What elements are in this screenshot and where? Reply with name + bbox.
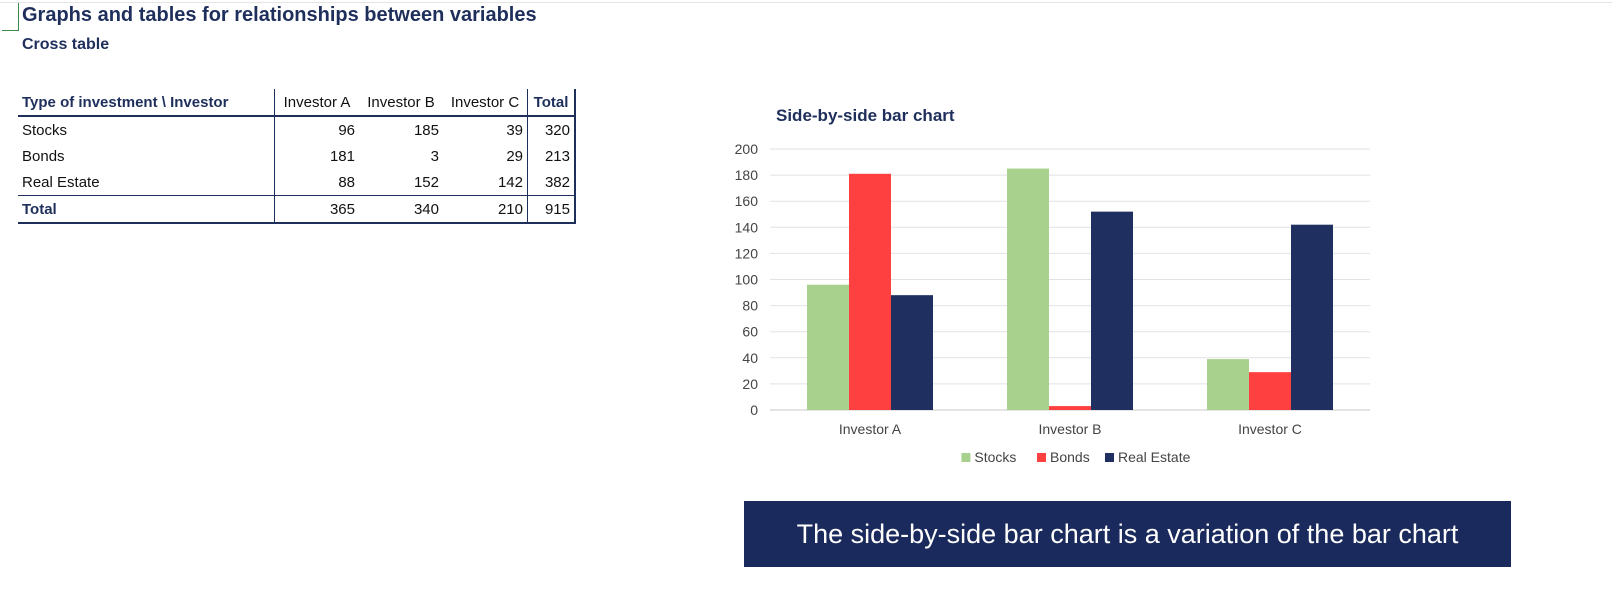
table-cell: 185: [413, 121, 439, 139]
x-tick-label: Investor A: [839, 421, 902, 437]
table-cell: 181: [329, 147, 355, 165]
table-row: Stocks 96 185 39 320: [18, 116, 576, 143]
column-total-cell: 210: [443, 195, 528, 224]
y-tick-label: 180: [735, 167, 759, 183]
bar: [849, 173, 891, 410]
column-header: Investor B: [359, 89, 443, 117]
x-tick-label: Investor B: [1038, 421, 1101, 437]
grand-total-cell: 915: [527, 195, 576, 224]
table-cell: 142: [497, 173, 523, 191]
total-column-header: Total: [527, 89, 576, 117]
legend-swatch: [1105, 453, 1114, 462]
row-total-cell: 382: [527, 169, 576, 196]
table-row: Real Estate 88 152 142 382: [18, 169, 576, 196]
table-cell: 88: [338, 173, 355, 191]
legend-label: Stocks: [974, 449, 1016, 465]
totals-row: Total 365 340 210 915: [18, 195, 576, 224]
bar-chart: 0 20 40 60 80 100 120 140 160 180 200 Investor A Inv…: [735, 141, 1370, 465]
legend-label: Bonds: [1050, 449, 1090, 465]
table-cell: 3: [430, 147, 439, 165]
column-header: Investor A: [274, 89, 359, 117]
table-cell: 96: [338, 121, 355, 139]
y-tick-label: 140: [735, 219, 759, 235]
y-tick-label: 120: [735, 245, 759, 261]
bar: [1091, 211, 1133, 410]
y-tick-label: 0: [750, 402, 758, 418]
y-tick-label: 20: [742, 376, 758, 392]
row-total-cell: 213: [527, 143, 576, 169]
y-tick-label: 80: [742, 298, 758, 314]
row-label: Real Estate: [18, 169, 275, 196]
cross-table: Type of investment \ Investor Investor A…: [18, 89, 576, 224]
y-tick-label: 60: [742, 324, 758, 340]
column-header: Investor C: [443, 89, 528, 117]
y-tick-label: 100: [735, 272, 759, 288]
row-total-cell: 320: [527, 116, 576, 143]
totals-row-label: Total: [18, 195, 275, 224]
page-title: Graphs and tables for relationships betw…: [22, 4, 537, 26]
chart-title: Side-by-side bar chart: [776, 106, 955, 125]
table-cell: 29: [506, 147, 523, 165]
row-label: Bonds: [18, 143, 275, 169]
bar: [1291, 224, 1333, 410]
caption-banner: The side-by-side bar chart is a variatio…: [744, 501, 1511, 567]
bar: [1007, 168, 1049, 410]
selected-cell-indicator[interactable]: [2, 3, 19, 31]
column-total-cell: 340: [359, 195, 443, 224]
table-cell: 39: [506, 121, 523, 139]
bar: [891, 295, 933, 410]
legend-label: Real Estate: [1118, 449, 1191, 465]
slide: Graphs and tables for relationships betw…: [0, 0, 1612, 608]
y-tick-label: 200: [735, 141, 759, 157]
bar: [1249, 372, 1291, 410]
corner-header: Type of investment \ Investor: [18, 89, 275, 117]
bar: [1049, 406, 1091, 410]
table-header-row: Type of investment \ Investor Investor A…: [18, 89, 576, 117]
row-label: Stocks: [18, 116, 275, 143]
table-row: Bonds 181 3 29 213: [18, 143, 576, 169]
bar: [807, 284, 849, 410]
y-tick-label: 40: [742, 350, 758, 366]
table-cell: 152: [413, 173, 439, 191]
caption-text: The side-by-side bar chart is a variatio…: [796, 518, 1459, 549]
bar: [1207, 359, 1249, 410]
legend-swatch: [961, 453, 971, 462]
x-tick-label: Investor C: [1238, 421, 1302, 437]
column-total-cell: 365: [274, 195, 359, 224]
sheet-top-border: [0, 2, 1612, 3]
legend-swatch: [1037, 453, 1046, 462]
y-tick-label: 160: [735, 193, 759, 209]
section-title: Cross table: [22, 36, 110, 53]
